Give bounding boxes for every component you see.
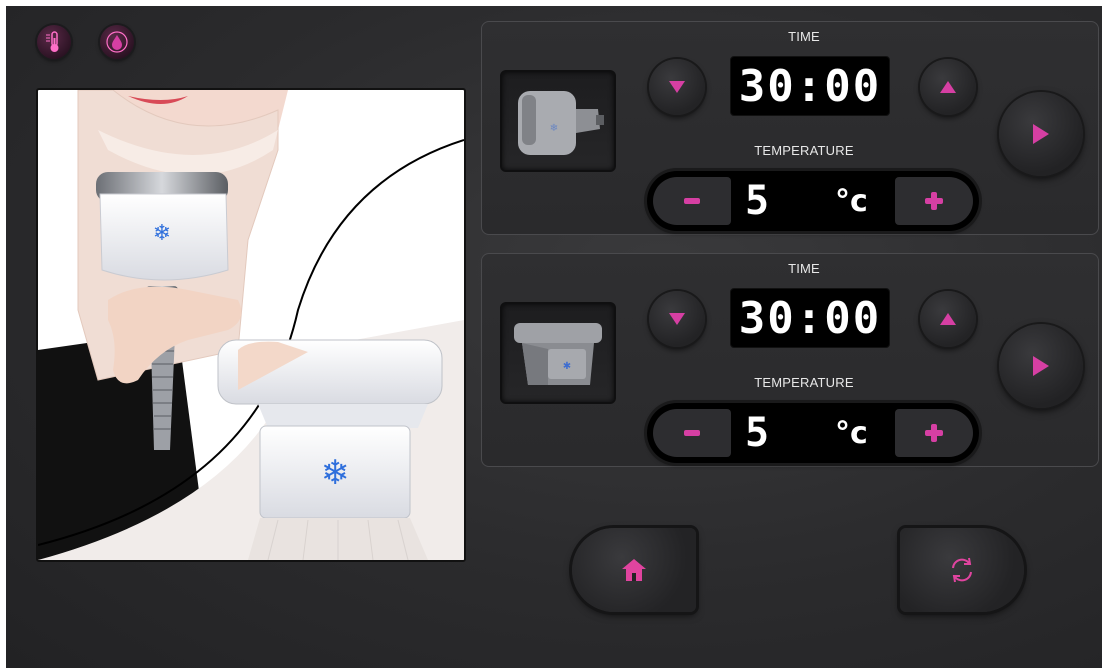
start-button[interactable] <box>999 324 1083 408</box>
temperature-decrease-button[interactable] <box>653 409 731 457</box>
minus-icon <box>684 198 700 204</box>
large-handpiece-icon: ✱ <box>514 323 602 385</box>
channel-2-panel: TIME ✱ 30:00 TEMPERATURE 5 °c <box>481 253 1099 467</box>
time-increase-button[interactable] <box>920 59 976 115</box>
home-button[interactable] <box>572 528 696 612</box>
triangle-up-icon <box>940 81 956 93</box>
svg-text:❄: ❄ <box>153 221 171 246</box>
temperature-control: 5 °c <box>647 171 979 231</box>
water-drop-icon <box>106 31 128 53</box>
reset-button[interactable] <box>900 528 1024 612</box>
device-screen: ❄ ❄ TIME ❄ 30:00 TEMPERATURE 5 °c TIME ✱… <box>6 6 1102 668</box>
time-label: TIME <box>788 29 820 44</box>
temperature-value: 5 <box>745 410 770 456</box>
thermometer-icon <box>46 31 59 52</box>
treatment-image: ❄ ❄ <box>38 90 464 560</box>
handpiece-2-selector[interactable]: ✱ <box>500 302 616 404</box>
home-icon <box>622 559 646 581</box>
minus-icon <box>684 430 700 436</box>
play-icon <box>1033 356 1049 376</box>
triangle-down-icon <box>669 313 685 325</box>
temperature-label: TEMPERATURE <box>754 143 854 158</box>
plus-icon <box>925 192 943 210</box>
temperature-value: 5 <box>745 178 770 224</box>
time-decrease-button[interactable] <box>649 59 705 115</box>
svg-text:❄: ❄ <box>550 123 558 134</box>
thermometer-status[interactable] <box>37 25 71 59</box>
time-decrease-button[interactable] <box>649 291 705 347</box>
triangle-down-icon <box>669 81 685 93</box>
time-increase-button[interactable] <box>920 291 976 347</box>
handpiece-1-selector[interactable]: ❄ <box>500 70 616 172</box>
temperature-unit: °c <box>835 415 868 451</box>
treatment-illustration: ❄ ❄ <box>36 88 466 562</box>
temperature-label: TEMPERATURE <box>754 375 854 390</box>
temperature-increase-button[interactable] <box>895 409 973 457</box>
play-icon <box>1033 124 1049 144</box>
temperature-unit: °c <box>835 183 868 219</box>
refresh-icon <box>952 557 972 583</box>
triangle-up-icon <box>940 313 956 325</box>
start-button[interactable] <box>999 92 1083 176</box>
temperature-control: 5 °c <box>647 403 979 463</box>
temperature-decrease-button[interactable] <box>653 177 731 225</box>
svg-text:✱: ✱ <box>563 361 571 372</box>
svg-text:❄: ❄ <box>321 453 350 493</box>
plus-icon <box>925 424 943 442</box>
temperature-increase-button[interactable] <box>895 177 973 225</box>
channel-1-panel: TIME ❄ 30:00 TEMPERATURE 5 °c <box>481 21 1099 235</box>
small-handpiece-icon: ❄ <box>518 91 604 155</box>
water-status[interactable] <box>100 25 134 59</box>
time-label: TIME <box>788 261 820 276</box>
time-display: 30:00 <box>730 288 890 348</box>
time-display: 30:00 <box>730 56 890 116</box>
